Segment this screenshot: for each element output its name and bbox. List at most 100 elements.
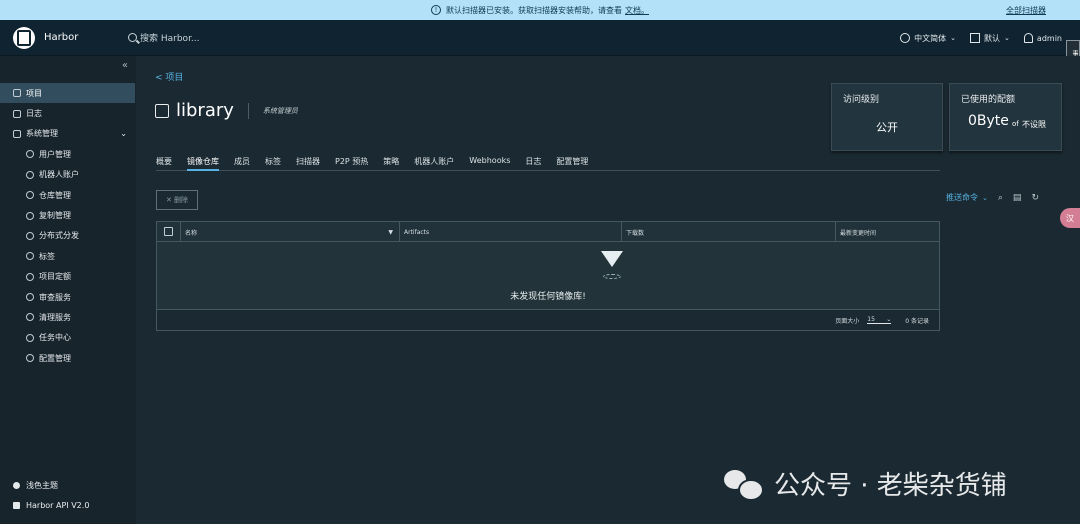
card-title: 已使用的配额 [961, 95, 1016, 105]
select-all-checkbox[interactable] [164, 227, 173, 236]
sidebar: « 项目 日志 系统管理 ⌄ 用户管理 机器人账户 仓库管理 复制管理 分布式分发… [0, 56, 136, 524]
collapse-sidebar-icon[interactable]: « [122, 60, 128, 71]
logs-icon [13, 109, 21, 118]
column-updated[interactable]: 最新变更时间 [835, 222, 939, 242]
user-name: admin [1036, 33, 1062, 43]
table-header: 名称 ▼ Artifacts 下载数 最新变更时间 [157, 222, 939, 242]
empty-funnel-base [603, 274, 621, 279]
sidebar-item-gc[interactable]: 清理服务 [0, 307, 136, 327]
sidebar-item-label: 仓库管理 [39, 190, 71, 200]
delete-button[interactable]: ✕ 删除 [156, 190, 198, 210]
push-command-button[interactable]: 推送命令 [946, 192, 978, 203]
chevron-down-icon: ⌄ [950, 34, 957, 42]
sidebar-item-logs[interactable]: 日志 [0, 103, 136, 123]
refresh-icon[interactable]: ↻ [1031, 193, 1039, 203]
sidebar-item-label: 项目 [26, 88, 42, 98]
project-tabs: 概要 镜像仓库 成员 标签 扫描器 P2P 预热 策略 机器人账户 Webhoo… [156, 156, 940, 171]
language-selector[interactable]: 中文简体 ⌄ [900, 33, 956, 44]
column-pulls[interactable]: 下载数 [621, 222, 835, 242]
table-footer: 页面大小 15 ⌄ 0 条记录 [157, 310, 939, 330]
top-header: Harbor 搜索 Harbor... 中文简体 ⌄ 默认 ⌄ admin [0, 20, 1080, 56]
search-placeholder: 搜索 Harbor... [140, 34, 200, 44]
trash-icon [26, 313, 34, 322]
filter-icon[interactable]: ▼ [388, 229, 393, 236]
column-name[interactable]: 名称 ▼ [180, 222, 399, 242]
all-scanners-link[interactable]: 全部扫描器 [1006, 5, 1046, 16]
sun-icon [13, 481, 20, 489]
api-link[interactable]: Harbor API V2.0 [13, 495, 89, 515]
sidebar-item-label: 日志 [26, 109, 42, 119]
registry-icon [26, 191, 34, 200]
tab-repositories[interactable]: 镜像仓库 [187, 156, 219, 171]
search-icon [128, 33, 137, 42]
tab-labels[interactable]: 标签 [265, 156, 281, 171]
main-content: < 项目 library 系统管理员 访问级别 公开 已使用的配额 0Byte … [136, 56, 1080, 524]
sidebar-item-robots[interactable]: 机器人账户 [0, 165, 136, 185]
card-title: 访问级别 [843, 95, 880, 105]
admin-icon [13, 129, 21, 138]
watermark: 公众号 · 老柴杂货铺 [724, 465, 1007, 502]
breadcrumb[interactable]: < 项目 [155, 70, 183, 83]
tag-icon [26, 252, 34, 261]
tab-policy[interactable]: 策略 [383, 156, 399, 171]
tab-webhooks[interactable]: Webhooks [469, 156, 510, 171]
brand-name[interactable]: Harbor [44, 32, 78, 43]
page-size-select[interactable]: 15 ⌄ [867, 316, 892, 324]
sidebar-item-labels[interactable]: 标签 [0, 246, 136, 266]
sidebar-item-projects[interactable]: 项目 [0, 83, 135, 104]
project-name: library [176, 100, 234, 121]
api-label: Harbor API V2.0 [26, 500, 90, 510]
record-count: 0 条记录 [905, 317, 929, 325]
sidebar-item-quotas[interactable]: 项目定额 [0, 267, 136, 287]
tab-scanner[interactable]: 扫描器 [296, 156, 320, 171]
theme-toggle[interactable]: 浅色主题 [13, 475, 89, 495]
tab-config[interactable]: 配置管理 [556, 156, 588, 171]
quota-limit: 不设限 [1022, 120, 1046, 129]
sidebar-item-jobs[interactable]: 任务中心 [0, 328, 136, 348]
tab-p2p[interactable]: P2P 预热 [335, 156, 368, 171]
sidebar-item-label: 机器人账户 [39, 170, 79, 180]
harbor-logo-icon[interactable] [13, 26, 35, 49]
sidebar-item-users[interactable]: 用户管理 [0, 144, 136, 164]
user-icon [1023, 33, 1033, 43]
column-label: 最新变更时间 [840, 229, 877, 237]
projects-icon [13, 89, 21, 98]
shield-icon [26, 293, 34, 302]
sidebar-item-registries[interactable]: 仓库管理 [0, 185, 136, 205]
tab-summary[interactable]: 概要 [156, 156, 172, 171]
sidebar-item-label: 任务中心 [39, 333, 71, 343]
view-toggle-icon[interactable]: ▤ [1013, 193, 1022, 203]
sidebar-item-replication[interactable]: 复制管理 [0, 205, 136, 225]
sidebar-item-distribution[interactable]: 分布式分发 [0, 226, 136, 246]
alert-doc-link[interactable]: 文档。 [625, 5, 649, 16]
sidebar-item-label: 复制管理 [39, 211, 71, 221]
watermark-text: 公众号 · 老柴杂货铺 [774, 471, 1007, 501]
tab-logs[interactable]: 日志 [525, 156, 541, 171]
sidebar-item-label: 清理服务 [39, 312, 71, 322]
access-level-value: 公开 [876, 121, 898, 134]
page-title: library 系统管理员 [155, 100, 298, 121]
quota-of: of [1012, 120, 1019, 128]
info-icon: ! [431, 5, 441, 15]
sidebar-item-label: 审查服务 [39, 292, 71, 302]
chevron-down-icon: ⌄ [1004, 34, 1010, 42]
column-label: 名称 [185, 229, 198, 237]
global-search[interactable]: 搜索 Harbor... [128, 31, 200, 44]
tab-robots[interactable]: 机器人账户 [414, 156, 454, 171]
column-artifacts[interactable]: Artifacts [399, 222, 621, 242]
user-menu[interactable]: admin [1023, 33, 1062, 43]
search-icon[interactable]: ⌕ [998, 193, 1003, 203]
sidebar-item-label: 用户管理 [39, 149, 71, 159]
sidebar-item-audit[interactable]: 审查服务 [0, 287, 136, 307]
datetime-selector[interactable]: 默认 ⌄ [970, 33, 1010, 44]
sidebar-item-label: 配置管理 [39, 353, 71, 363]
translate-button[interactable]: 汉 [1060, 208, 1080, 228]
sidebar-item-label: 分布式分发 [39, 231, 79, 241]
wechat-icon [724, 469, 764, 501]
language-label: 中文简体 [914, 33, 947, 43]
sidebar-item-config[interactable]: 配置管理 [0, 348, 136, 368]
tab-members[interactable]: 成员 [234, 156, 250, 171]
chevron-down-icon: ⌄ [120, 129, 127, 139]
sidebar-item-admin[interactable]: 系统管理 ⌄ [0, 124, 136, 144]
quota-used-value: 0Byte [968, 113, 1009, 129]
